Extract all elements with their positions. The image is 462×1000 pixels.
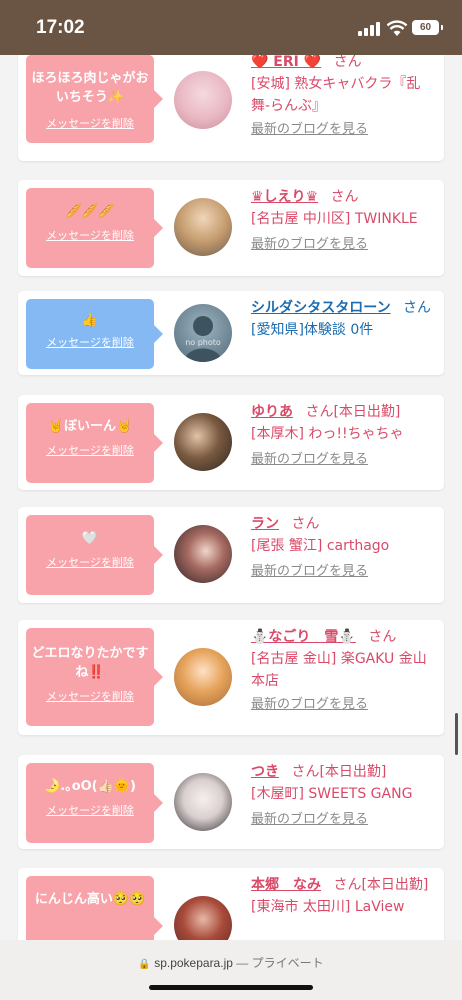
shop-info[interactable]: [木屋町] SWEETS GANG <box>251 783 439 805</box>
message-text: 👍 <box>81 313 99 328</box>
scrollbar[interactable] <box>455 713 458 755</box>
message-text: 🤍 <box>81 531 99 546</box>
avatar[interactable] <box>174 71 232 129</box>
no-photo-silhouette-icon <box>184 316 222 362</box>
message-text: 🥖🥖🥖 <box>65 204 115 219</box>
message-text: どエロなりたかですね‼️ <box>31 646 149 680</box>
message-card: どエロなりたかですね‼️ メッセージを削除 ⛄なごり 雪⛄ さん [名古屋 金山… <box>18 620 444 735</box>
cast-name-link[interactable]: ❤️ ERI ❤️ <box>251 55 321 70</box>
message-list[interactable]: ほろほろ肉じゃがおいちそう✨ メッセージを削除 ❤️ ERI ❤️ さん [安城… <box>0 55 462 945</box>
delete-message-link[interactable]: メッセージを削除 <box>26 804 154 818</box>
shop-info[interactable]: [愛知県]体験談 0件 <box>251 319 439 341</box>
avatar[interactable] <box>174 648 232 706</box>
lock-icon: 🔒 <box>138 959 151 970</box>
avatar[interactable] <box>174 198 232 256</box>
message-text: 🤘ぼいーん🤘 <box>47 419 133 434</box>
message-bubble: 🤍 メッセージを削除 <box>26 515 163 595</box>
shop-info[interactable]: [本厚木] わっ!!ちゃちゃ <box>251 423 439 445</box>
avatar[interactable] <box>174 773 232 831</box>
message-bubble: どエロなりたかですね‼️ メッセージを削除 <box>26 628 163 726</box>
honorific: さん <box>291 516 320 532</box>
latest-blog-link[interactable]: 最新のブログを見る <box>251 121 439 139</box>
battery-icon: 60 <box>412 20 443 35</box>
cast-name-link[interactable]: ラン <box>251 516 279 532</box>
message-text: にんじん高い🥺🥺 <box>34 892 146 907</box>
cast-name-link[interactable]: ゆりあ <box>251 404 293 420</box>
shop-info[interactable]: [東海市 太田川] LaView <box>251 896 439 918</box>
latest-blog-link[interactable]: 最新のブログを見る <box>251 563 439 581</box>
home-indicator[interactable] <box>149 985 313 990</box>
avatar[interactable] <box>174 896 232 945</box>
cast-name-link[interactable]: ⛄なごり 雪⛄ <box>251 629 356 645</box>
message-card: にんじん高い🥺🥺 本郷 なみ さん[本日出勤] [東海市 太田川] LaView <box>18 868 444 945</box>
shop-info[interactable]: [名古屋 金山] 楽GAKU 金山本店 <box>251 648 439 692</box>
message-bubble: 🥖🥖🥖 メッセージを削除 <box>26 188 163 268</box>
message-text: 🌛.｡oO(👍🏻🌞) <box>44 779 136 794</box>
honorific: さん <box>330 189 359 205</box>
delete-message-link[interactable]: メッセージを削除 <box>26 556 154 570</box>
message-text: ほろほろ肉じゃがおいちそう✨ <box>31 71 149 105</box>
honorific: さん[本日出勤] <box>291 764 387 780</box>
delete-message-link[interactable]: メッセージを削除 <box>26 336 154 350</box>
wifi-icon <box>386 20 408 36</box>
avatar[interactable] <box>174 413 232 471</box>
cast-name-link[interactable]: シルダシタスタローン <box>251 300 391 316</box>
message-card: 👍 メッセージを削除 no photo シルダシタスタローン さん [愛知県]体… <box>18 291 444 375</box>
clock: 17:02 <box>36 17 85 38</box>
shop-info[interactable]: [名古屋 中川区] TWINKLE <box>251 208 439 230</box>
honorific: さん <box>403 300 432 316</box>
latest-blog-link[interactable]: 最新のブログを見る <box>251 236 439 254</box>
honorific: さん[本日出勤] <box>305 404 401 420</box>
no-photo-label: no photo <box>185 338 221 347</box>
latest-blog-link[interactable]: 最新のブログを見る <box>251 451 439 469</box>
avatar[interactable]: no photo <box>174 304 232 362</box>
message-bubble: にんじん高い🥺🥺 <box>26 876 163 945</box>
message-bubble: 👍 メッセージを削除 <box>26 299 163 369</box>
delete-message-link[interactable]: メッセージを削除 <box>26 690 154 704</box>
cast-name-link[interactable]: ♛しえり♛ <box>251 189 318 205</box>
cellular-signal-icon <box>358 22 380 36</box>
latest-blog-link[interactable]: 最新のブログを見る <box>251 696 439 714</box>
honorific: さん <box>333 55 362 70</box>
delete-message-link[interactable]: メッセージを削除 <box>26 444 154 458</box>
shop-info[interactable]: [安城] 熟女キャバクラ『乱舞-らんぶ』 <box>251 73 439 117</box>
url-domain: sp.pokepara.jp <box>154 956 233 970</box>
shop-info[interactable]: [尾張 蟹江] carthago <box>251 535 439 557</box>
cast-name-link[interactable]: つき <box>251 764 279 780</box>
delete-message-link[interactable]: メッセージを削除 <box>26 117 154 131</box>
message-bubble: ほろほろ肉じゃがおいちそう✨ メッセージを削除 <box>26 55 163 143</box>
message-card: 🥖🥖🥖 メッセージを削除 ♛しえり♛ さん [名古屋 中川区] TWINKLE … <box>18 180 444 276</box>
message-card: 🌛.｡oO(👍🏻🌞) メッセージを削除 つき さん[本日出勤] [木屋町] SW… <box>18 755 444 849</box>
cast-name-link[interactable]: 本郷 なみ <box>251 877 321 893</box>
delete-message-link[interactable]: メッセージを削除 <box>26 229 154 243</box>
status-bar: 17:02 60 <box>0 0 462 55</box>
message-bubble: 🤘ぼいーん🤘 メッセージを削除 <box>26 403 163 483</box>
private-mode-label: — プライベート <box>236 956 324 970</box>
message-bubble: 🌛.｡oO(👍🏻🌞) メッセージを削除 <box>26 763 163 843</box>
latest-blog-link[interactable]: 最新のブログを見る <box>251 811 439 829</box>
honorific: さん[本日出勤] <box>333 877 429 893</box>
message-card: 🤘ぼいーん🤘 メッセージを削除 ゆりあ さん[本日出勤] [本厚木] わっ!!ち… <box>18 395 444 490</box>
browser-url-bar[interactable]: 🔒 sp.pokepara.jp — プライベート <box>0 940 462 1000</box>
message-card: ほろほろ肉じゃがおいちそう✨ メッセージを削除 ❤️ ERI ❤️ さん [安城… <box>18 55 444 161</box>
honorific: さん <box>368 629 397 645</box>
avatar[interactable] <box>174 525 232 583</box>
message-card: 🤍 メッセージを削除 ラン さん [尾張 蟹江] carthago 最新のブログ… <box>18 507 444 603</box>
